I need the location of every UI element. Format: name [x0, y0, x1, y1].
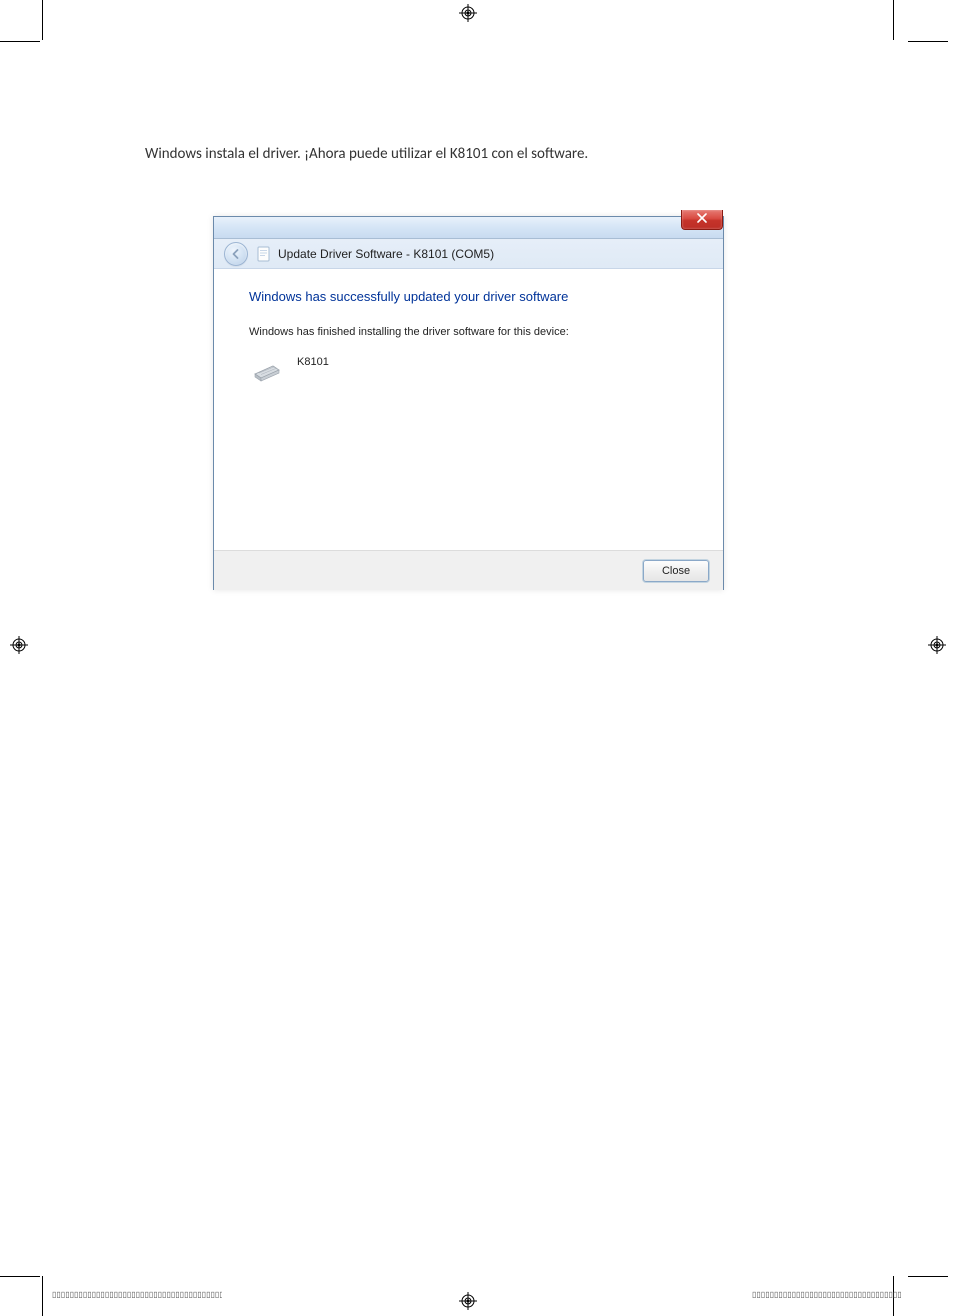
dialog-title: Update Driver Software - K8101 (COM5) [278, 247, 494, 261]
registration-mark-icon [10, 636, 28, 654]
dialog-body: Windows has successfully updated your dr… [214, 269, 723, 550]
driver-update-dialog: Update Driver Software - K8101 (COM5) Wi… [213, 216, 724, 590]
crop-mark [908, 1276, 948, 1277]
page-body-text: Windows instala el driver. ¡Ahora puede … [145, 145, 588, 163]
registration-mark-icon [928, 636, 946, 654]
titlebar [214, 217, 723, 239]
footer-dotted-left: ▯▯▯▯▯▯▯▯▯▯▯▯▯▯▯▯▯▯▯▯▯▯▯▯▯▯▯▯▯▯▯▯▯▯▯▯▯▯▯▯… [52, 1290, 222, 1299]
arrow-left-icon [230, 248, 242, 260]
document-icon [256, 246, 270, 262]
finished-text: Windows has finished installing the driv… [249, 326, 688, 338]
crop-mark [908, 41, 948, 42]
device-icon [253, 362, 281, 382]
close-button[interactable]: Close [643, 560, 709, 582]
close-window-button[interactable] [681, 210, 723, 230]
crop-mark [0, 41, 40, 42]
crop-mark [893, 0, 894, 40]
crop-mark [42, 1276, 43, 1316]
registration-mark-icon [459, 4, 477, 22]
footer-dotted-right: ▯▯▯▯▯▯▯▯▯▯▯▯▯▯▯▯▯▯▯▯▯▯▯▯▯▯▯▯▯▯▯▯▯▯▯▯▯▯▯▯… [752, 1290, 902, 1299]
dialog-footer: Close [214, 550, 723, 590]
back-button[interactable] [224, 242, 248, 266]
close-icon [697, 213, 707, 226]
device-name: K8101 [297, 356, 329, 368]
crop-mark [42, 0, 43, 40]
close-button-label: Close [662, 565, 690, 577]
device-row: K8101 [249, 356, 688, 382]
crop-mark [0, 1276, 40, 1277]
navigation-row: Update Driver Software - K8101 (COM5) [214, 239, 723, 269]
success-heading: Windows has successfully updated your dr… [249, 289, 688, 304]
registration-mark-icon [459, 1292, 477, 1310]
